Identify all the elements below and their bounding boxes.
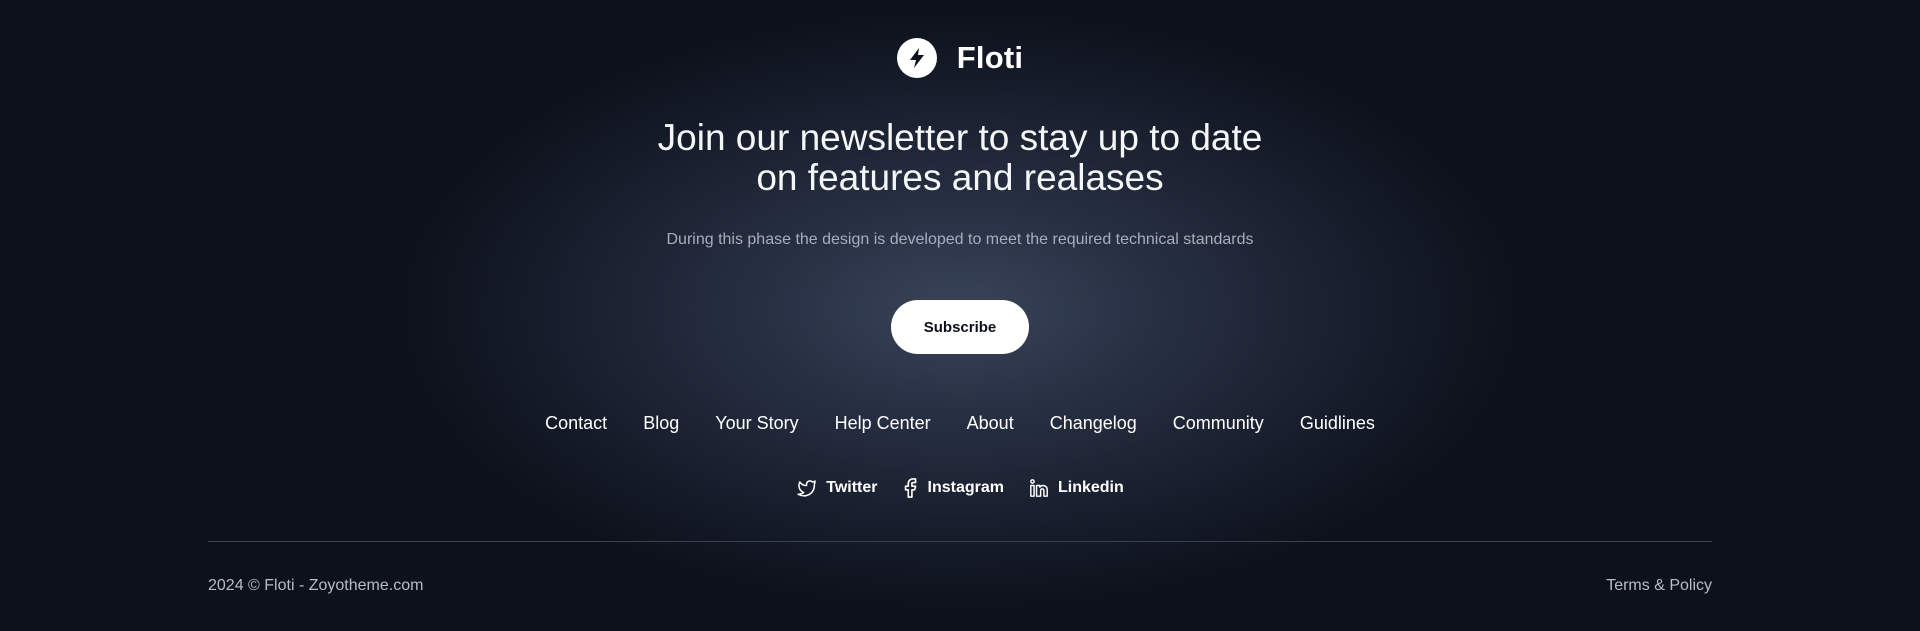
nav-link-blog[interactable]: Blog bbox=[643, 410, 679, 436]
nav-link-about[interactable]: About bbox=[967, 410, 1014, 436]
headline-line-2: on features and realases bbox=[756, 157, 1164, 198]
social-label-twitter: Twitter bbox=[826, 479, 878, 496]
site-footer: Floti Join our newsletter to stay up to … bbox=[0, 0, 1920, 631]
terms-policy-link[interactable]: Terms & Policy bbox=[1606, 577, 1712, 595]
footer-divider bbox=[208, 541, 1712, 542]
brand: Floti bbox=[0, 38, 1920, 78]
social-link-twitter[interactable]: Twitter bbox=[796, 478, 878, 498]
twitter-icon bbox=[796, 479, 816, 497]
newsletter-headline: Join our newsletter to stay up to date o… bbox=[0, 118, 1920, 198]
nav-link-help-center[interactable]: Help Center bbox=[835, 410, 931, 436]
headline-line-1: Join our newsletter to stay up to date bbox=[657, 117, 1263, 158]
footer-nav: Contact Blog Your Story Help Center Abou… bbox=[0, 410, 1920, 436]
social-label-instagram: Instagram bbox=[927, 479, 1004, 496]
nav-link-guidlines[interactable]: Guidlines bbox=[1300, 410, 1375, 436]
social-links: Twitter Instagram Linkedin bbox=[0, 478, 1920, 498]
social-label-linkedin: Linkedin bbox=[1057, 479, 1124, 496]
nav-link-changelog[interactable]: Changelog bbox=[1050, 410, 1137, 436]
nav-link-your-story[interactable]: Your Story bbox=[715, 410, 798, 436]
lightning-bolt-icon[interactable] bbox=[896, 38, 937, 78]
newsletter-description: During this phase the design is develope… bbox=[666, 231, 1254, 248]
nav-link-community[interactable]: Community bbox=[1173, 410, 1264, 436]
copyright-text: 2024 © Floti - Zoyotheme.com bbox=[208, 577, 424, 594]
social-link-linkedin[interactable]: Linkedin bbox=[1030, 478, 1124, 498]
facebook-icon bbox=[904, 478, 918, 498]
linkedin-icon bbox=[1030, 479, 1048, 497]
social-link-instagram[interactable]: Instagram bbox=[904, 478, 1004, 498]
nav-link-contact[interactable]: Contact bbox=[545, 410, 607, 436]
subscribe-button[interactable]: Subscribe bbox=[891, 300, 1029, 354]
brand-name[interactable]: Floti bbox=[957, 40, 1023, 76]
